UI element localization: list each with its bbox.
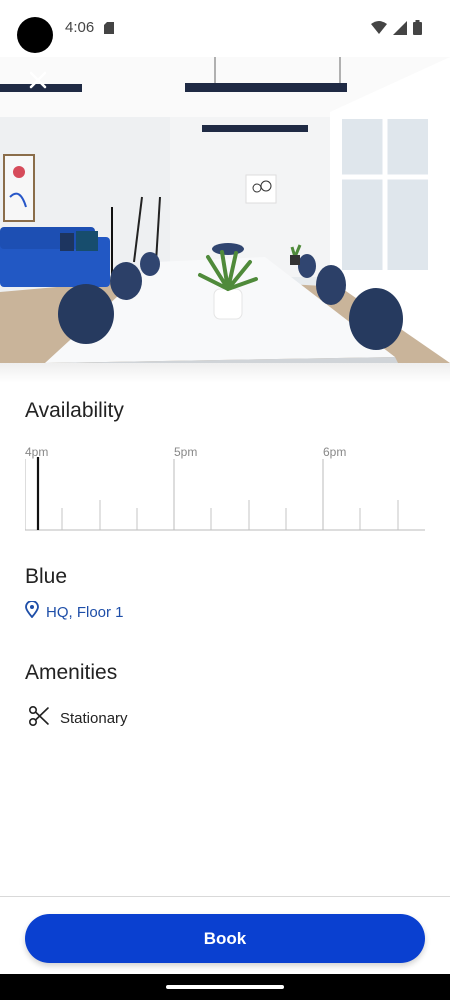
close-button[interactable] xyxy=(22,66,54,98)
status-icons xyxy=(371,20,422,40)
home-indicator[interactable] xyxy=(166,985,284,989)
wifi-icon xyxy=(371,20,387,40)
hero-shadow xyxy=(0,363,450,383)
status-bar: 4:06 xyxy=(0,0,450,57)
hour-label-4pm: 4pm xyxy=(25,445,49,459)
location-link[interactable]: HQ, Floor 1 xyxy=(25,600,124,623)
location-label: HQ, Floor 1 xyxy=(46,603,124,621)
signal-icon xyxy=(393,20,407,40)
scissors-icon xyxy=(28,705,50,732)
sd-card-icon xyxy=(104,21,114,39)
room-name: Blue xyxy=(25,565,68,588)
amenity-item: Stationary xyxy=(28,705,128,732)
battery-icon xyxy=(413,20,422,40)
amenities-title: Amenities xyxy=(25,661,118,684)
footer-divider xyxy=(0,896,450,897)
room-photo xyxy=(0,57,450,363)
availability-timeline[interactable]: 4pm 5pm 6pm xyxy=(24,445,425,535)
location-pin-icon xyxy=(25,600,39,623)
close-icon xyxy=(29,71,47,94)
hour-label-6pm: 6pm xyxy=(323,445,347,459)
amenity-label: Stationary xyxy=(60,710,128,727)
room-detail-screen: 4:06 Availability 4pm 5pm 6pm Blue HQ, F… xyxy=(0,0,450,1000)
availability-title: Availability xyxy=(25,399,124,422)
book-button[interactable]: Book xyxy=(25,914,425,963)
status-time: 4:06 xyxy=(65,19,95,36)
hour-label-5pm: 5pm xyxy=(174,445,198,459)
system-nav-bar xyxy=(0,974,450,1000)
camera-cutout xyxy=(17,17,53,53)
